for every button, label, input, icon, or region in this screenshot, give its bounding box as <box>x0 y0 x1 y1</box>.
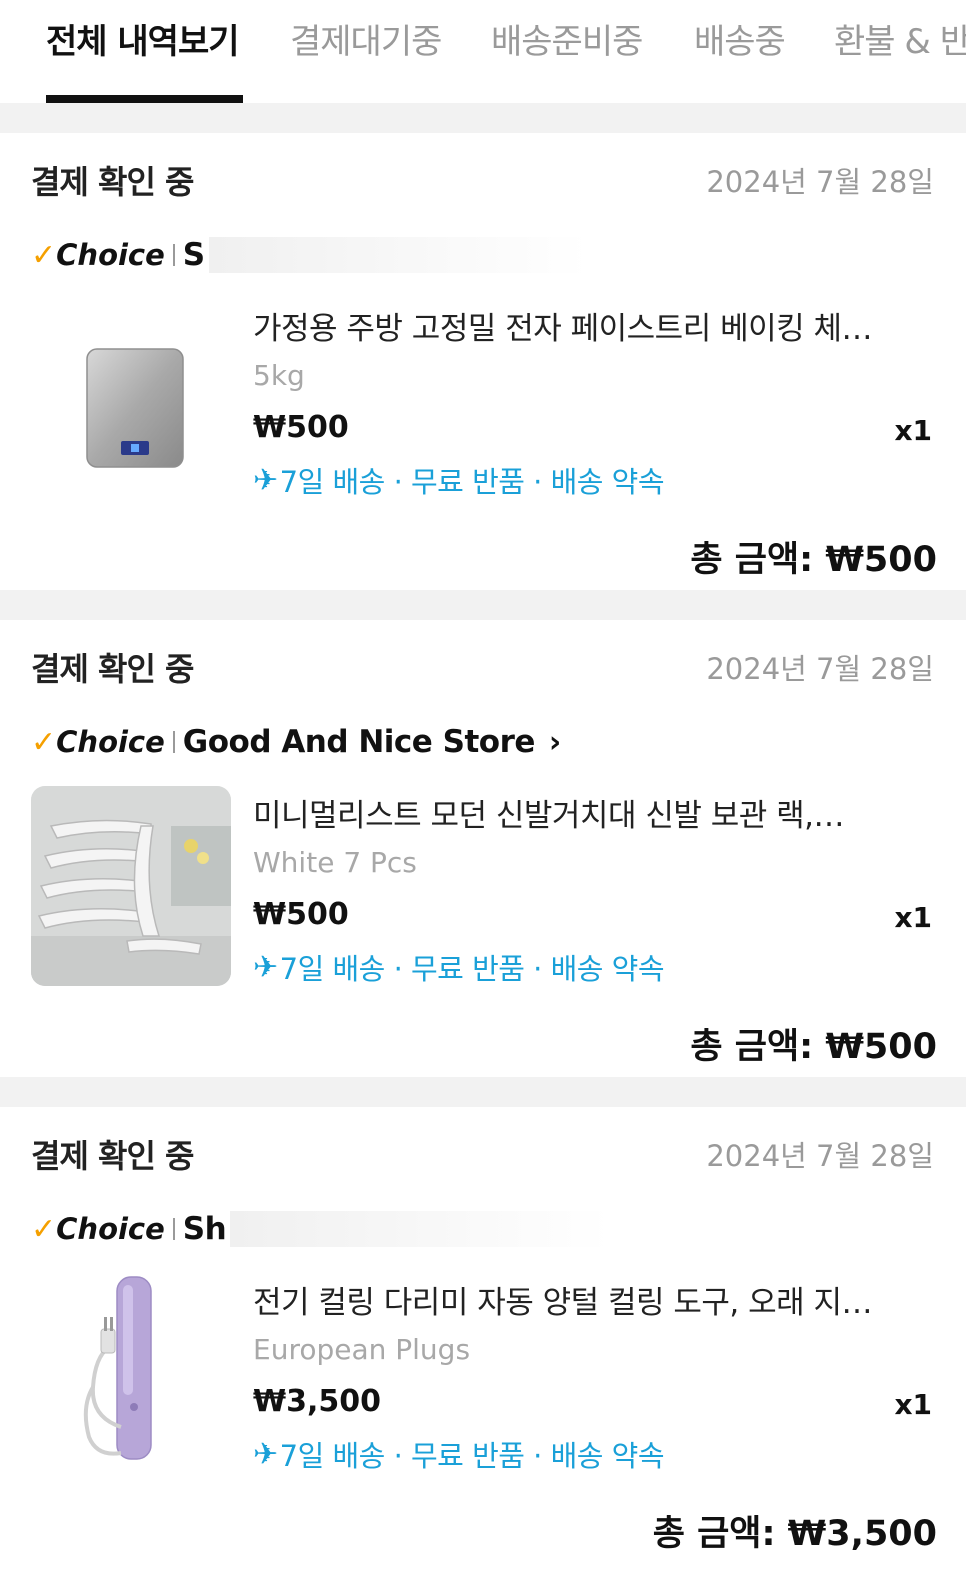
order-total: 총 금액: ₩500 <box>690 1027 937 1067</box>
delivery-promise: ✈ 7일 배송 · 무료 반품 · 배송 약속 <box>253 1433 665 1475</box>
divider <box>172 731 175 753</box>
tab-preparing-shipment[interactable]: 배송준비중 <box>491 14 643 63</box>
choice-badge: Choice <box>56 725 165 759</box>
order-card: 결제 확인 중 2024년 7월 28일 ✓ Choice Good And N… <box>0 620 966 1077</box>
order-date: 2024년 7월 28일 <box>706 652 934 686</box>
choice-check-icon: ✓ <box>31 1211 57 1247</box>
blurred-store-name <box>208 237 589 273</box>
store-name: S <box>182 237 205 273</box>
store-name: Sh <box>182 1211 227 1247</box>
choice-badge: Choice <box>56 238 165 272</box>
store-name: Good And Nice Store <box>182 724 536 760</box>
divider <box>172 1218 175 1240</box>
product-title[interactable]: 전기 컬링 다리미 자동 양털 컬링 도구, 오래 지… <box>253 1277 933 1322</box>
order-status-tabs: 전체 내역보기 결제대기중 배송준비중 배송중 환불 & 반 <box>0 0 966 103</box>
product-price: ₩3,500 <box>253 1384 381 1419</box>
tab-all-orders[interactable]: 전체 내역보기 <box>46 14 240 63</box>
delivery-text: 7일 배송 · 무료 반품 · 배송 약속 <box>279 465 665 499</box>
order-status: 결제 확인 중 <box>31 1137 194 1175</box>
product-variant: 5kg <box>253 359 305 392</box>
delivery-promise: ✈ 7일 배송 · 무료 반품 · 배송 약속 <box>253 459 665 501</box>
order-date: 2024년 7월 28일 <box>706 165 934 199</box>
section-divider <box>0 103 966 133</box>
choice-check-icon: ✓ <box>31 237 57 273</box>
airplane-icon: ✈ <box>253 1436 278 1472</box>
product-thumbnail[interactable] <box>31 309 231 509</box>
kitchen-scale-image <box>31 309 231 509</box>
order-card: 결제 확인 중 2024년 7월 28일 ✓ Choice Sh 전기 컬링 다… <box>0 1107 966 1571</box>
product-variant: European Plugs <box>253 1333 471 1366</box>
order-total: 총 금액: ₩500 <box>690 540 937 580</box>
delivery-promise: ✈ 7일 배송 · 무료 반품 · 배송 약속 <box>253 946 665 988</box>
active-tab-indicator <box>46 95 243 103</box>
section-divider <box>0 1077 966 1107</box>
product-variant: White 7 Pcs <box>253 846 417 879</box>
order-status: 결제 확인 중 <box>31 650 194 688</box>
order-total: 총 금액: ₩3,500 <box>652 1514 937 1554</box>
store-link[interactable]: ✓ Choice Good And Nice Store › <box>31 722 561 762</box>
product-quantity: x1 <box>894 901 932 934</box>
order-date: 2024년 7월 28일 <box>706 1139 934 1173</box>
blurred-store-name <box>230 1211 611 1247</box>
airplane-icon: ✈ <box>253 949 278 985</box>
order-status: 결제 확인 중 <box>31 163 194 201</box>
airplane-icon: ✈ <box>253 462 278 498</box>
tab-awaiting-payment[interactable]: 결제대기중 <box>290 14 442 63</box>
product-title[interactable]: 미니멀리스트 모던 신발거치대 신발 보관 랙,… <box>253 790 933 835</box>
choice-badge: Choice <box>56 1212 165 1246</box>
tab-shipping[interactable]: 배송중 <box>694 14 786 63</box>
product-thumbnail[interactable] <box>31 1267 231 1467</box>
delivery-text: 7일 배송 · 무료 반품 · 배송 약속 <box>279 952 665 986</box>
choice-check-icon: ✓ <box>31 724 57 760</box>
product-thumbnail[interactable] <box>31 786 231 986</box>
store-link[interactable]: ✓ Choice S <box>31 235 589 275</box>
section-divider <box>0 590 966 620</box>
store-link[interactable]: ✓ Choice Sh <box>31 1209 611 1249</box>
product-price: ₩500 <box>253 897 349 932</box>
curling-iron-image <box>31 1267 231 1467</box>
product-price: ₩500 <box>253 410 349 445</box>
shoe-rack-image <box>31 786 231 986</box>
product-quantity: x1 <box>894 414 932 447</box>
delivery-text: 7일 배송 · 무료 반품 · 배송 약속 <box>279 1439 665 1473</box>
product-title[interactable]: 가정용 주방 고정밀 전자 페이스트리 베이킹 체… <box>253 303 933 348</box>
divider <box>172 244 175 266</box>
chevron-right-icon: › <box>548 724 562 760</box>
order-card: 결제 확인 중 2024년 7월 28일 ✓ Choice S 가정용 주방 고… <box>0 133 966 590</box>
product-quantity: x1 <box>894 1388 932 1421</box>
tab-refund-return[interactable]: 환불 & 반 <box>834 14 966 63</box>
